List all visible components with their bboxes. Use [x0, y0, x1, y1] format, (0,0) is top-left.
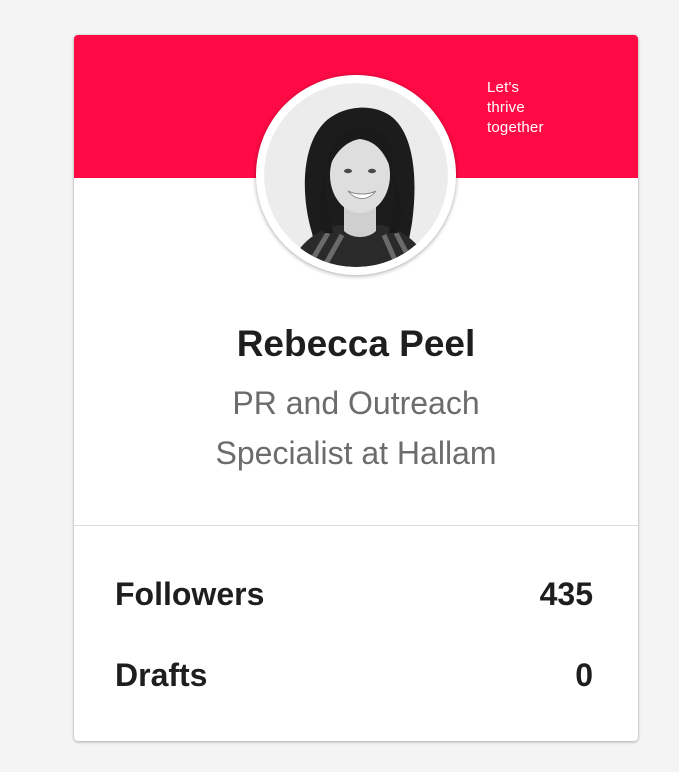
avatar[interactable]	[256, 75, 456, 275]
stat-label-followers: Followers	[115, 576, 265, 612]
tagline-line-3: together	[487, 119, 544, 136]
job-title-line-2: Specialist at Hallam	[215, 435, 497, 471]
stat-label-drafts: Drafts	[115, 657, 208, 693]
divider	[74, 525, 638, 526]
stat-row-followers[interactable]: Followers 435	[115, 576, 593, 620]
profile-job-title: PR and Outreach Specialist at Hallam	[74, 378, 638, 478]
stat-row-drafts[interactable]: Drafts 0	[115, 657, 593, 701]
tagline-line-1: Let's	[487, 79, 520, 96]
stat-value-followers: 435	[539, 576, 593, 612]
job-title-line-1: PR and Outreach	[232, 385, 480, 421]
tagline-line-2: thrive	[487, 99, 525, 116]
banner-tagline: Let's thrive together	[487, 78, 544, 138]
profile-card: Let's thrive together Rebecca Peel PR an…	[74, 35, 638, 741]
profile-name: Rebecca Peel	[236, 323, 476, 364]
stat-value-drafts: 0	[575, 657, 593, 693]
avatar-photo	[264, 83, 448, 267]
